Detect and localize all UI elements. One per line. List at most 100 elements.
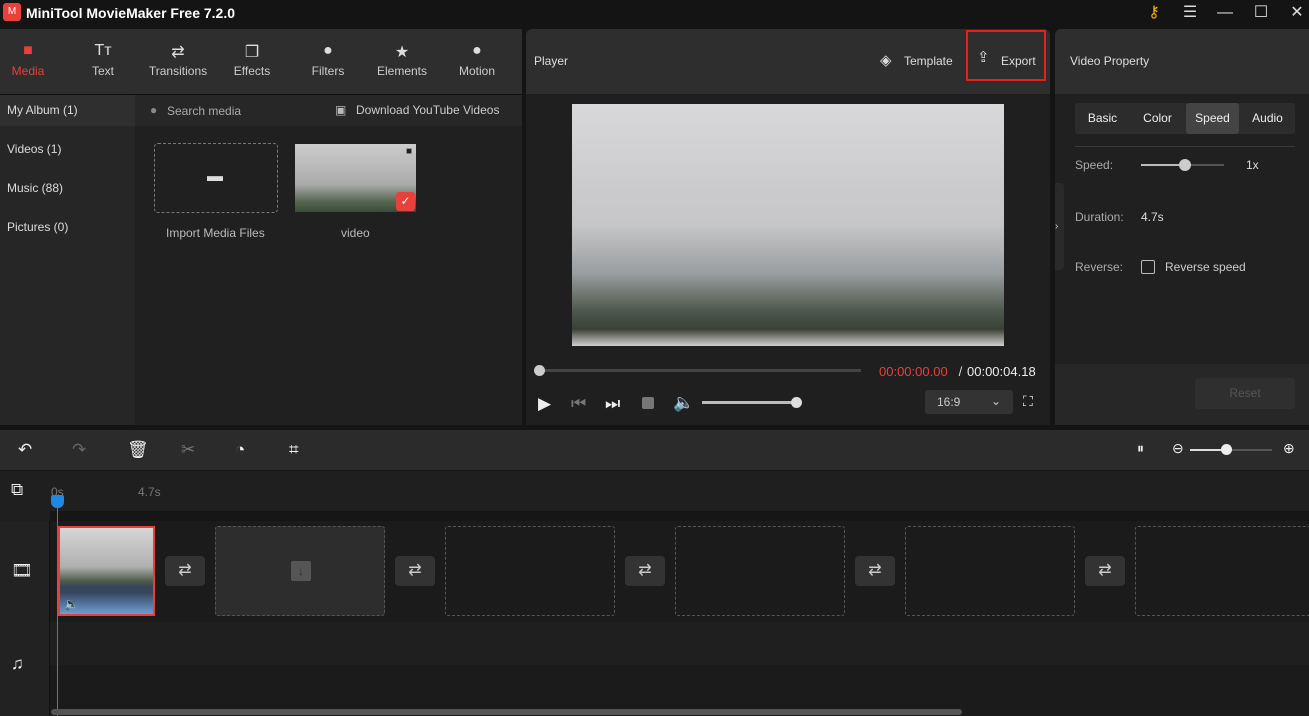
import-media-label: Import Media Files	[166, 226, 265, 240]
volume-slider[interactable]	[702, 401, 797, 404]
volume-handle[interactable]	[791, 397, 802, 408]
split-icon[interactable]: ✂	[181, 440, 195, 460]
close-button[interactable]: ✕	[1285, 2, 1309, 24]
next-frame-icon[interactable]: ⏭	[605, 394, 620, 414]
previous-frame-icon[interactable]: ⏮	[571, 394, 586, 414]
transition-slot[interactable]: ⇄	[855, 556, 895, 586]
upload-icon: ⇪	[977, 49, 990, 66]
minimize-button[interactable]: —	[1213, 2, 1237, 24]
player-header: Player ◈ Template ⇪ Export	[526, 29, 1050, 94]
drop-media-slot[interactable]: ↓	[215, 526, 385, 616]
audio-track-icon: ♫	[11, 654, 24, 673]
tab-filters[interactable]: ● Filters	[302, 29, 354, 95]
play-icon[interactable]: ▶	[538, 394, 551, 414]
reverse-label: Reverse:	[1075, 260, 1124, 274]
export-button[interactable]: ⇪ Export	[966, 30, 1046, 81]
transitions-icon: ⇄	[171, 44, 185, 61]
transition-slot[interactable]: ⇄	[165, 556, 205, 586]
checkmark-icon: ✓	[396, 192, 415, 211]
zoom-in-icon[interactable]: ⊕	[1283, 440, 1295, 457]
tab-basic[interactable]: Basic	[1075, 103, 1130, 134]
search-input[interactable]: Search media	[167, 104, 241, 118]
zoom-out-icon[interactable]: ⊖	[1172, 440, 1184, 457]
duration-value: 4.7s	[1141, 210, 1164, 224]
current-time: 00:00:00.00	[879, 364, 948, 379]
tab-effects[interactable]: ❐ Effects	[226, 29, 278, 95]
seek-handle[interactable]	[534, 365, 545, 376]
tab-text[interactable]: Tт Text	[78, 29, 128, 95]
empty-slot[interactable]	[905, 526, 1075, 616]
tab-color[interactable]: Color	[1130, 103, 1185, 134]
reset-button[interactable]: Reset	[1195, 378, 1295, 409]
fit-timeline-icon[interactable]: ⏸	[1137, 440, 1144, 457]
tab-transitions[interactable]: ⇄ Transitions	[142, 29, 214, 95]
sidebar-item-videos[interactable]: Videos (1)	[0, 134, 135, 165]
video-preview	[572, 104, 1004, 346]
reverse-speed-label: Reverse speed	[1165, 260, 1246, 274]
zoom-handle[interactable]	[1221, 444, 1232, 455]
key-icon[interactable]: ⚷	[1142, 2, 1166, 24]
elements-icon: ★	[394, 44, 410, 61]
property-header: Video Property	[1055, 29, 1309, 94]
timeline-toolbar: ↶ ↷ 🗑 ✂ ◔ ⌗ ⏸ ⊖ ⊕	[0, 430, 1309, 470]
playhead-line	[57, 495, 58, 716]
reverse-speed-checkbox[interactable]	[1141, 260, 1155, 274]
youtube-icon: ▣	[335, 103, 347, 117]
video-clip[interactable]: 🔈	[58, 526, 155, 616]
speed-icon[interactable]: ◔	[235, 440, 245, 460]
tab-motion[interactable]: ● Motion	[452, 29, 502, 95]
sidebar-item-pictures[interactable]: Pictures (0)	[0, 212, 135, 243]
playhead-handle[interactable]	[51, 495, 64, 508]
empty-slot[interactable]	[445, 526, 615, 616]
maximize-button[interactable]: ☐	[1249, 2, 1273, 24]
filters-icon: ●	[323, 42, 333, 59]
volume-icon[interactable]: 🔈	[673, 393, 694, 413]
speed-handle[interactable]	[1179, 159, 1191, 171]
media-sidebar: My Album (1) Videos (1) Music (88) Pictu…	[0, 95, 135, 425]
empty-slot[interactable]	[675, 526, 845, 616]
text-icon: Tт	[94, 42, 112, 59]
download-youtube-button[interactable]: Download YouTube Videos	[356, 103, 499, 117]
ruler-mark: 4.7s	[138, 485, 161, 499]
transition-slot[interactable]: ⇄	[1085, 556, 1125, 586]
tab-elements[interactable]: ★ Elements	[372, 29, 432, 95]
empty-slot[interactable]	[1135, 526, 1309, 616]
import-media-button[interactable]: ▬	[154, 143, 278, 213]
folder-icon: ▬	[207, 168, 223, 185]
seek-bar[interactable]	[539, 369, 861, 372]
crop-icon[interactable]: ⌗	[289, 440, 299, 460]
stop-icon[interactable]	[642, 397, 654, 409]
player-title: Player	[534, 54, 569, 68]
video-thumbnail[interactable]: ■ ✓	[295, 144, 416, 212]
tab-media[interactable]: ■ Media	[2, 29, 54, 95]
sidebar-item-music[interactable]: Music (88)	[0, 173, 135, 204]
tab-audio[interactable]: Audio	[1240, 103, 1295, 134]
collapse-panel-button[interactable]: ›	[1055, 183, 1064, 270]
delete-icon[interactable]: 🗑	[127, 440, 149, 460]
menu-icon[interactable]: ☰	[1178, 2, 1202, 24]
volume-icon[interactable]: 🔈	[64, 597, 79, 611]
timeline-ruler: ⧉ 0s 4.7s	[0, 471, 1309, 521]
template-button[interactable]: Template	[904, 54, 953, 68]
sidebar-item-my-album[interactable]: My Album (1)	[0, 95, 135, 126]
folder-icon: ■	[23, 42, 33, 59]
layers-icon: ◈	[880, 52, 892, 69]
tab-speed[interactable]: Speed	[1186, 103, 1239, 134]
undo-icon[interactable]: ↶	[18, 440, 32, 460]
horizontal-scrollbar[interactable]	[51, 709, 962, 715]
app-title: MiniTool MovieMaker Free 7.2.0	[26, 5, 236, 21]
player-body: 00:00:00.00 / 00:00:04.18 ▶ ⏮ ⏭ 🔈 16:9 ⌄…	[526, 94, 1050, 425]
search-icon: ●	[150, 103, 158, 117]
transition-slot[interactable]: ⇄	[625, 556, 665, 586]
total-time: 00:00:04.18	[967, 364, 1036, 379]
effects-icon: ❐	[244, 44, 260, 61]
fullscreen-icon[interactable]: ⛶	[1023, 393, 1033, 410]
transition-slot[interactable]: ⇄	[395, 556, 435, 586]
media-library: ● Search media ▣ Download YouTube Videos…	[135, 95, 522, 425]
property-title: Video Property	[1070, 54, 1150, 68]
video-track-icon: 🎞	[11, 561, 33, 580]
add-track-icon[interactable]: ⧉	[11, 480, 23, 500]
redo-icon[interactable]: ↷	[72, 440, 86, 460]
aspect-ratio-select[interactable]: 16:9 ⌄	[925, 390, 1013, 414]
chevron-down-icon: ⌄	[991, 394, 1002, 408]
